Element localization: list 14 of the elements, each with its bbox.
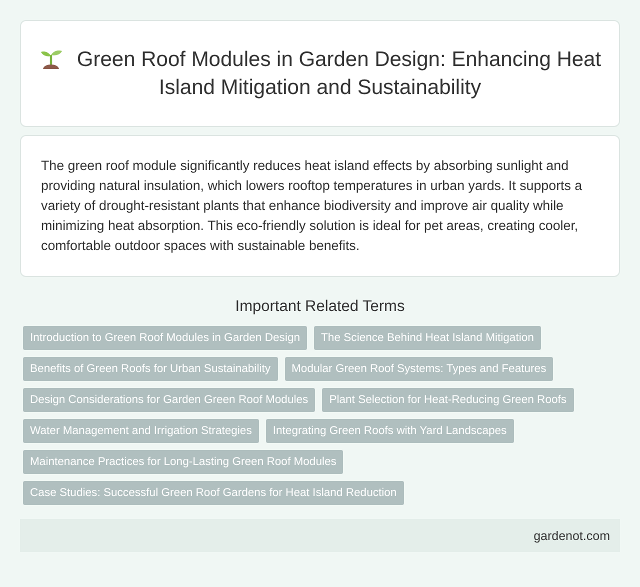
page-title: Green Roof Modules in Garden Design: Enhancing Heat Island Mitigation and Sustainability bbox=[37, 45, 603, 102]
term-tag[interactable]: Maintenance Practices for Long-Lasting Green Roof Modules bbox=[23, 450, 344, 474]
term-tag[interactable]: Case Studies: Successful Green Roof Gardens for Heat Island Reduction bbox=[23, 481, 404, 505]
term-tag[interactable]: The Science Behind Heat Island Mitigation bbox=[314, 326, 541, 350]
term-tag[interactable]: Benefits of Green Roofs for Urban Sustainability bbox=[23, 357, 278, 381]
site-name: gardenot.com bbox=[534, 528, 610, 542]
term-tag[interactable]: Modular Green Roof Systems: Types and Features bbox=[284, 357, 554, 381]
description-text: The green roof module significantly reduces heat island effects by absorbing sunlight and providing natural insulation, which lowers rooftop temperatures in urban yards. It supports a variety of drought-resistant plants that enhance biodiversity and improve air quality while minimizing heat absorption. This eco-friendly solution is ideal for pet areas, creating cooler, comfortable outdoor spaces with sustainable benefits. bbox=[41, 157, 584, 255]
term-tag[interactable]: Introduction to Green Roof Modules in Garden Design bbox=[23, 326, 308, 350]
term-tag[interactable]: Water Management and Irrigation Strategies bbox=[23, 419, 259, 443]
term-tag[interactable]: Integrating Green Roofs with Yard Landscapes bbox=[266, 419, 514, 443]
section-heading: Important Related Terms bbox=[234, 298, 406, 316]
term-tag[interactable]: Design Considerations for Garden Green Roof Modules bbox=[23, 388, 316, 412]
term-tag[interactable]: Plant Selection for Heat-Reducing Green Roofs bbox=[322, 388, 574, 412]
